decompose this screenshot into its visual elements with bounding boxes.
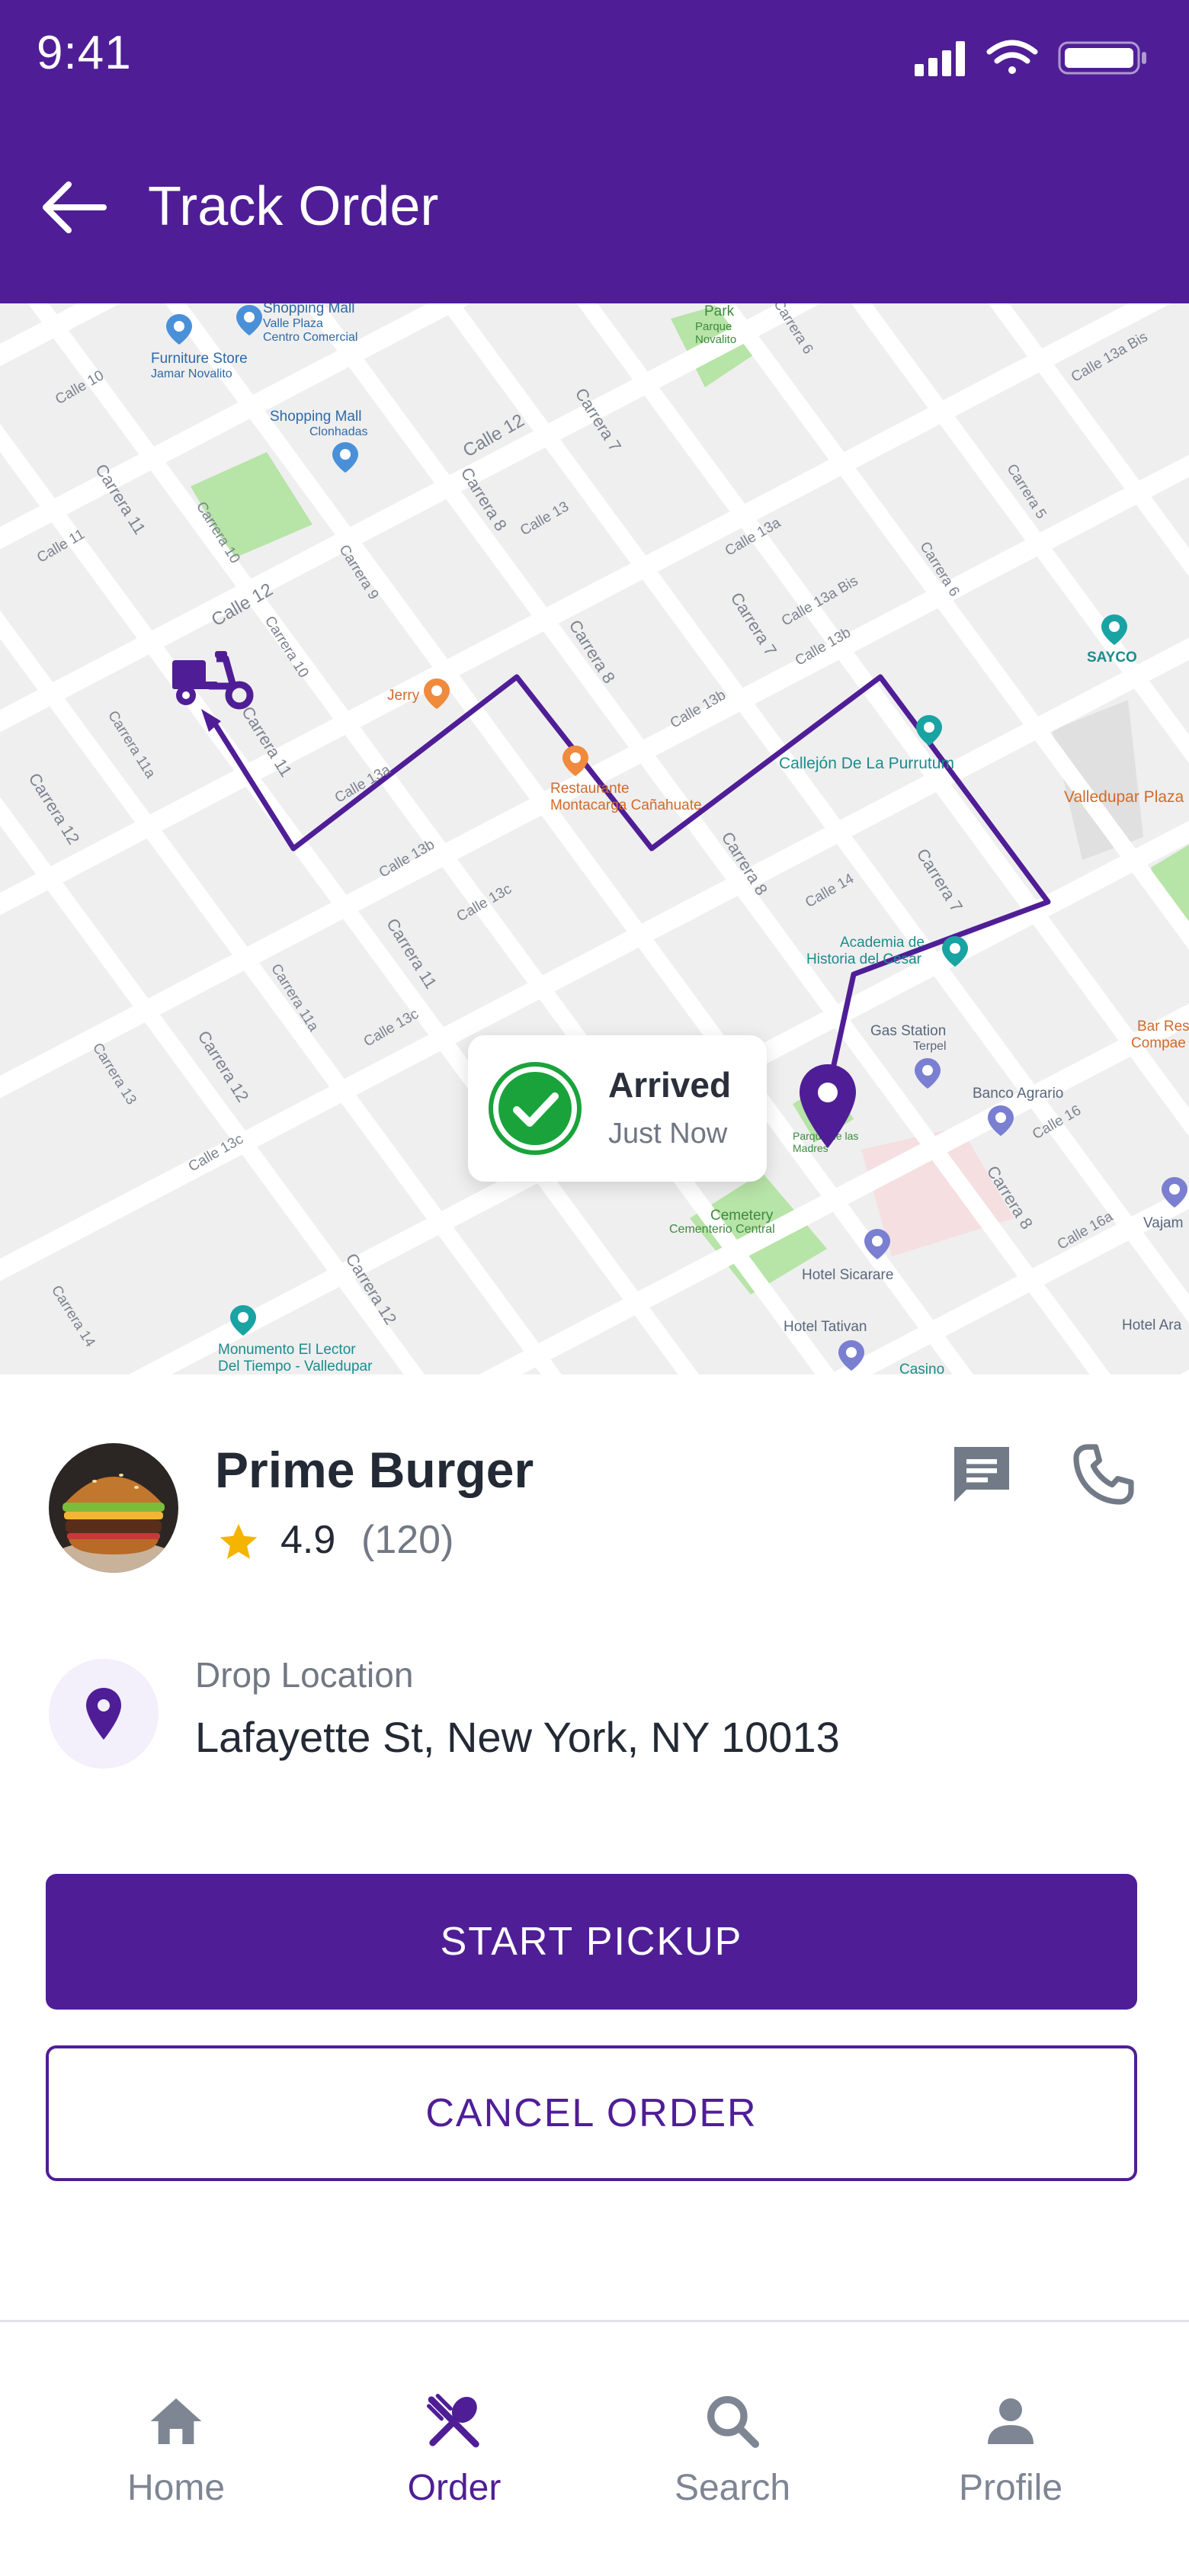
map-pin-icon [988,1105,1014,1136]
map-pin-icon [915,1058,941,1089]
back-arrow-icon[interactable] [38,177,108,238]
app-header: 9:41 Track Order [0,0,1189,303]
map-label: Restaurante [550,781,630,797]
map-label: Compae [1131,1035,1186,1051]
restaurant-name: Prime Burger [215,1442,534,1498]
map-pin-icon [838,1340,864,1371]
status-time: 9:41 [37,27,132,79]
map-label: Banco Agrario [973,1086,1064,1102]
wifi-icon [986,40,1038,74]
map-label: Terpel [913,1040,947,1053]
search-icon [707,2396,759,2448]
map-label: Hotel Ara [1122,1317,1182,1333]
map-label: Monumento El Lector [218,1342,356,1358]
star-icon [220,1523,258,1559]
map-label: Valledupar Plaza [1064,788,1184,806]
map-label: Cemetery [710,1208,774,1224]
map-label: Historia del Cesar [806,951,921,967]
map-label: Del Tiempo - Valledupar [218,1359,373,1375]
map-pin-icon [230,1305,256,1336]
tab-home[interactable]: Home [27,2322,325,2576]
map-label: Vajam [1143,1215,1184,1231]
map-label: Shopping Mall [263,303,355,316]
map-pin-icon [562,746,588,776]
map-label: Jamar Novalito [151,367,232,380]
map-pin-icon [942,936,968,967]
map-pin-icon [236,305,262,335]
arrival-status-card: Arrived Just Now [468,1035,767,1182]
restaurant-avatar [49,1443,178,1573]
map-label: Park [704,303,735,319]
tab-order[interactable]: Order [306,2322,603,2576]
phone-icon[interactable] [1067,1438,1140,1511]
map-label: Cementerio Central [669,1223,775,1236]
start-pickup-button[interactable]: START PICKUP [46,1874,1137,2010]
tab-label: Order [407,2468,502,2508]
map-label: Bar Res [1137,1019,1189,1035]
location-pin-icon [86,1688,121,1740]
map-label: Hotel Sicarare [802,1267,894,1283]
status-icons [915,40,1146,76]
map-pin-icon [332,442,358,473]
arrival-status-time: Just Now [608,1118,728,1150]
tab-label: Home [127,2468,226,2508]
map-label: Callejón De La Purrutum [779,755,954,772]
cancel-order-button[interactable]: CANCEL ORDER [46,2045,1137,2181]
map-label: Jerry [387,688,420,704]
tab-label: Search [674,2468,791,2508]
map-label: Montacarga Cañahuate [550,797,702,813]
check-circle-icon [489,1062,582,1155]
map-label: Centro Comercial [263,331,358,344]
map-label: Valle Plaza [263,317,323,330]
drop-location-label: Drop Location [195,1655,414,1695]
map-pin-icon [916,715,942,746]
rating-value: 4.9 [280,1518,336,1562]
home-icon [150,2398,202,2444]
map-pin-icon [166,314,192,345]
tab-search[interactable]: Search [584,2322,881,2576]
scooter-icon [172,651,254,710]
map-label: Casino [899,1362,945,1375]
bottom-tab-bar: Home Order Search Profile [0,2320,1189,2576]
map-pin-icon [1101,614,1127,645]
tab-label: Profile [958,2468,1063,2508]
map-label: Shopping Mall [270,409,362,425]
destination-pin-icon [800,1064,856,1148]
page-title: Track Order [148,176,439,237]
tab-profile[interactable]: Profile [862,2322,1159,2576]
message-icon[interactable] [945,1438,1018,1511]
signal-icon [915,41,965,76]
map-label: SAYCO [1087,650,1137,666]
map-label: Gas Station [870,1023,947,1039]
utensils-icon [427,2394,479,2448]
drop-location-address: Lafayette St, New York, NY 10013 [195,1713,840,1761]
map-label: Clonhadas [309,425,368,438]
battery-icon [1058,41,1146,75]
map-label: Academia de [840,935,925,951]
drop-location-marker [49,1659,159,1769]
arrival-status-title: Arrived [608,1065,732,1105]
burger-image [49,1443,178,1573]
rating-count: (120) [361,1518,454,1562]
map-label: Furniture Store [151,351,248,367]
map-pin-icon [424,678,450,709]
map-view[interactable]: Shopping Mall Valle Plaza Centro Comerci… [0,303,1189,1375]
map-label: Parque Novalito [695,320,737,346]
map-label: Hotel Tativan [784,1319,867,1335]
person-icon [988,2398,1034,2444]
map-pin-icon [864,1229,890,1259]
map-pin-icon [1162,1177,1187,1208]
